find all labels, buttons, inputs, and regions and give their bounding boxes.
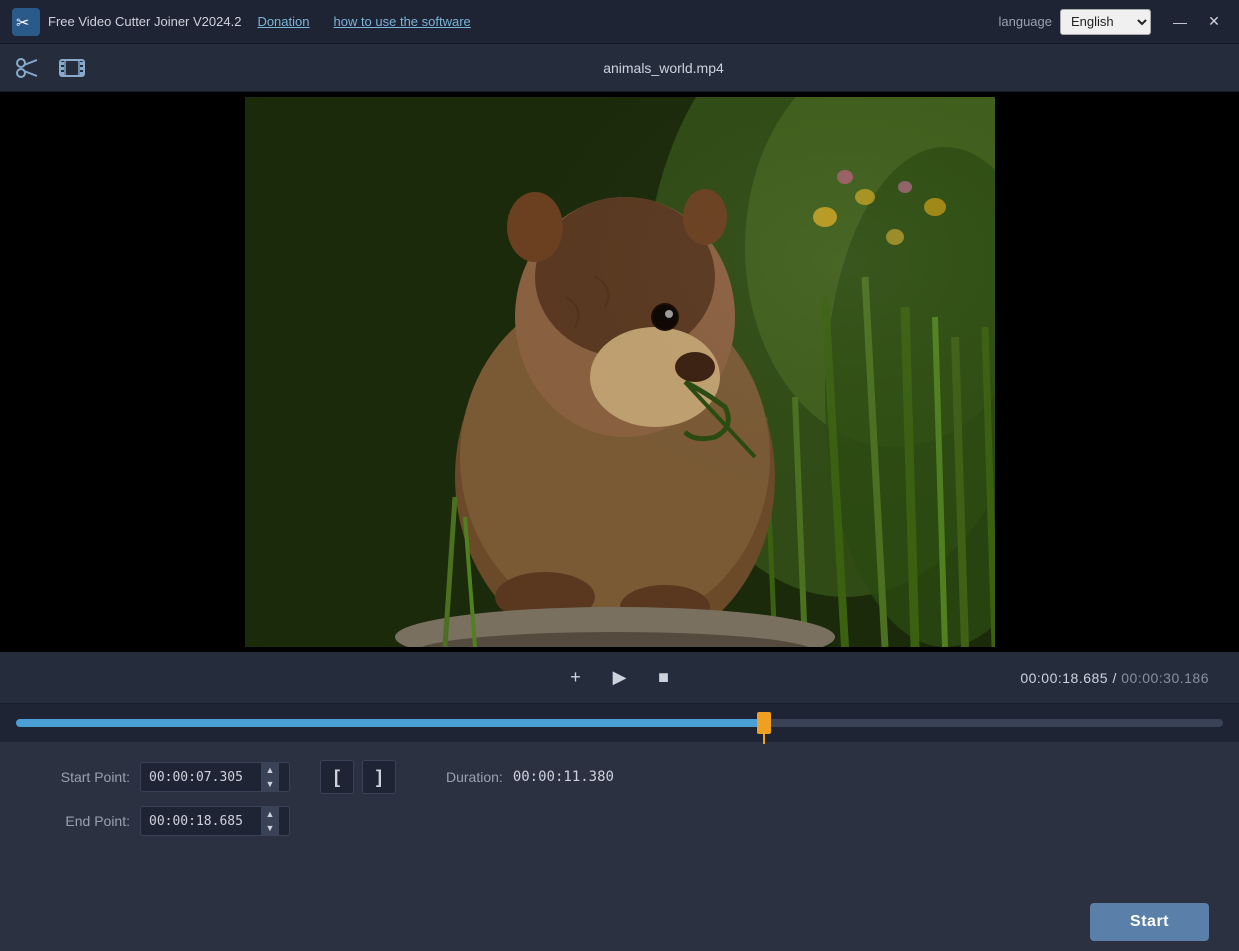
end-point-input[interactable] [141,814,261,829]
time-separator: / [1112,670,1121,686]
duration-label: Duration: [446,769,503,785]
end-point-spinners: ▲ ▼ [261,807,279,835]
app-icon: ✂ [12,8,40,36]
main-content: + ▶ ■ 00:00:18.685 / 00:00:30.186 Start … [0,92,1239,951]
start-button-row: Start [0,893,1239,951]
timeline-handle[interactable] [757,712,771,734]
language-area: language English [999,9,1152,35]
add-segment-button[interactable]: + [554,656,598,700]
duration-area: Duration: 00:00:11.380 [446,769,614,785]
app-title: Free Video Cutter Joiner V2024.2 [48,14,241,29]
duration-value: 00:00:11.380 [513,769,614,785]
current-time: 00:00:18.685 [1020,670,1108,686]
film-toolbar-icon[interactable] [54,50,90,86]
start-button[interactable]: Start [1090,903,1209,941]
bracket-open-button[interactable]: [ [320,760,354,794]
time-display: 00:00:18.685 / 00:00:30.186 [1020,670,1209,686]
svg-text:✂: ✂ [16,15,29,32]
bottom-controls: Start Point: ▲ ▼ [ ] Duration: 00:00:11.… [0,742,1239,893]
bracket-buttons: [ ] [320,760,396,794]
playback-controls: + ▶ ■ 00:00:18.685 / 00:00:30.186 [0,652,1239,704]
video-area [0,92,1239,652]
start-point-label: Start Point: [30,769,130,785]
start-point-row: Start Point: ▲ ▼ [ ] Duration: 00:00:11.… [30,760,1209,794]
start-point-spinners: ▲ ▼ [261,763,279,791]
start-point-up[interactable]: ▲ [261,763,279,777]
minimize-button[interactable]: — [1167,9,1193,35]
total-time: 00:00:30.186 [1121,670,1209,686]
play-button[interactable]: ▶ [598,656,642,700]
language-label: language [999,14,1053,29]
end-point-down[interactable]: ▼ [261,821,279,835]
timeline-fill [16,719,764,727]
title-bar: ✂ Free Video Cutter Joiner V2024.2 Donat… [0,0,1239,44]
timeline-bar [0,704,1239,742]
scissors-toolbar-icon[interactable] [10,50,46,86]
start-point-down[interactable]: ▼ [261,777,279,791]
window-controls: — ✕ [1167,9,1227,35]
timeline-track[interactable] [16,719,1223,727]
video-frame [245,97,995,647]
close-button[interactable]: ✕ [1201,9,1227,35]
donation-link[interactable]: Donation [257,14,309,29]
end-point-row: End Point: ▲ ▼ [30,806,1209,836]
start-point-input[interactable] [141,770,261,785]
toolbar: animals_world.mp4 [0,44,1239,92]
end-point-up[interactable]: ▲ [261,807,279,821]
language-select[interactable]: English [1060,9,1151,35]
filename-display: animals_world.mp4 [98,60,1229,76]
stop-button[interactable]: ■ [642,656,686,700]
start-point-input-wrap: ▲ ▼ [140,762,290,792]
howto-link[interactable]: how to use the software [333,14,470,29]
bracket-close-button[interactable]: ] [362,760,396,794]
end-point-input-wrap: ▲ ▼ [140,806,290,836]
end-point-label: End Point: [30,813,130,829]
